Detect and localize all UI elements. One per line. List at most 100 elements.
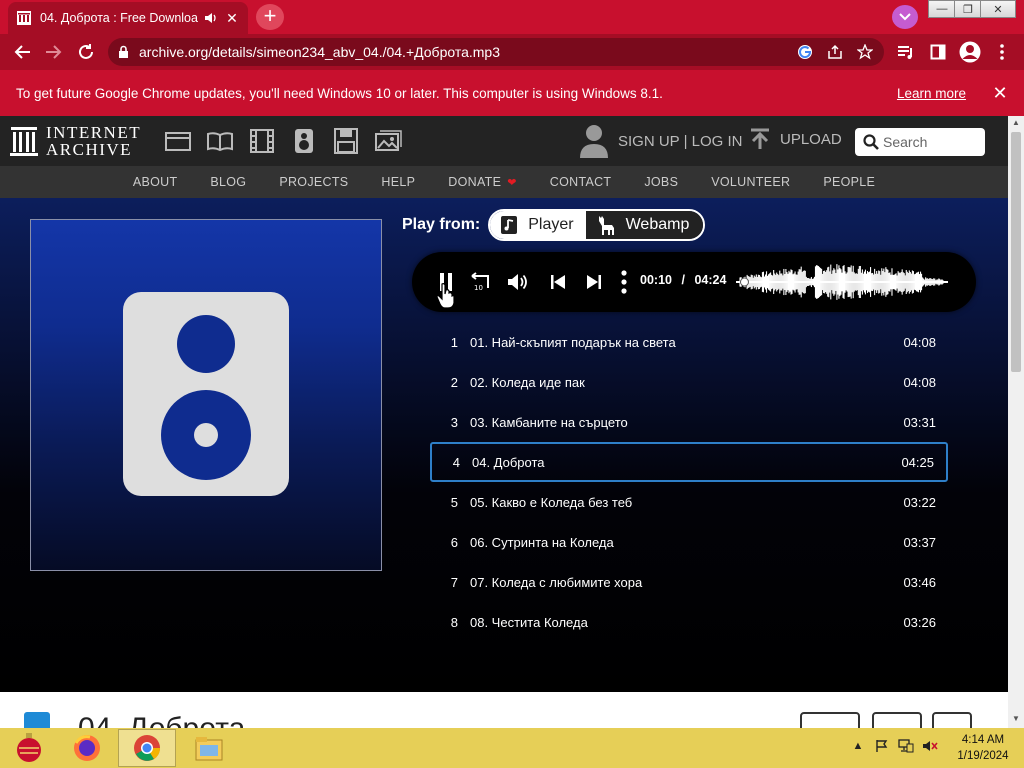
track-number: 3 — [450, 414, 458, 430]
tab-audio-playing-icon[interactable] — [204, 11, 218, 25]
ia-account-area: SIGN UP | LOG IN — [580, 124, 742, 158]
track-title: 07. Коледа с любимите хора — [470, 574, 643, 590]
nav-projects[interactable]: PROJECTS — [279, 175, 348, 189]
web-icon[interactable] — [164, 128, 192, 154]
taskbar-chrome[interactable] — [118, 729, 176, 767]
upload-link[interactable]: UPLOAD — [750, 128, 842, 150]
playlist-track[interactable]: 7 07. Коледа с любимите хора 03:46 — [430, 562, 948, 602]
volume-button[interactable] — [506, 270, 530, 294]
search-box[interactable] — [855, 128, 985, 156]
next-track-button[interactable] — [582, 270, 606, 294]
player-option-label: Player — [528, 216, 574, 233]
search-input[interactable] — [883, 134, 979, 150]
network-icon[interactable] — [898, 738, 914, 754]
share-button[interactable] — [824, 41, 846, 63]
video-icon[interactable] — [248, 128, 276, 154]
scroll-up-icon[interactable]: ▲ — [1011, 118, 1021, 127]
favorite-button[interactable] — [800, 712, 860, 728]
nav-help[interactable]: HELP — [381, 175, 415, 189]
track-number: 2 — [450, 374, 458, 390]
info-bar-close-icon[interactable]: ✕ — [988, 83, 1012, 104]
window-restore-button[interactable]: ❐ — [954, 0, 982, 18]
current-time: 00:10 — [640, 273, 672, 287]
scrollbar-thumb[interactable] — [1011, 132, 1021, 372]
window-close-button[interactable]: ✕ — [980, 0, 1016, 18]
rewind-10-button[interactable]: 10 — [468, 270, 492, 294]
waveform-seek-bar[interactable] — [734, 264, 950, 300]
player-option-button[interactable]: Player — [490, 211, 586, 239]
nav-jobs[interactable]: JOBS — [644, 175, 678, 189]
playlist-track[interactable]: 3 03. Камбаните на сърцето 03:31 — [430, 402, 948, 442]
taskbar-firefox[interactable] — [58, 729, 116, 767]
nav-donate[interactable]: DONATE ❤ — [448, 175, 517, 189]
skip-next-icon — [587, 275, 601, 289]
play-from-label: Play from: — [402, 216, 481, 233]
chrome-menu-button[interactable] — [990, 40, 1014, 64]
skip-previous-icon — [551, 275, 565, 289]
new-tab-button[interactable]: + — [256, 4, 284, 30]
playlist-track[interactable]: 6 06. Сутринта на Коледа 03:37 — [430, 522, 948, 562]
nav-volunteer[interactable]: VOLUNTEER — [711, 175, 790, 189]
seek-handle[interactable] — [739, 277, 749, 287]
scroll-down-icon[interactable]: ▼ — [1011, 714, 1021, 723]
playlist-track[interactable]: 2 02. Коледа иде пак 04:08 — [430, 362, 948, 402]
audio-icon[interactable] — [290, 128, 318, 154]
track-duration: 03:26 — [903, 614, 936, 630]
track-number: 4 — [452, 454, 460, 470]
texts-icon[interactable] — [206, 128, 234, 154]
tray-overflow-icon[interactable]: ▲ — [850, 738, 866, 754]
volume-muted-icon[interactable] — [922, 738, 938, 754]
start-button[interactable] — [0, 729, 58, 767]
playlist-track[interactable]: 1 01. Най-скъпият подарък на света 04:08 — [430, 322, 948, 362]
nav-contact[interactable]: CONTACT — [550, 175, 612, 189]
reload-button[interactable] — [74, 40, 98, 64]
hand-cursor-icon — [436, 283, 455, 308]
software-icon[interactable] — [332, 128, 360, 154]
play-from-switch: Play from: Player Webamp — [402, 209, 706, 241]
nav-blog[interactable]: BLOG — [210, 175, 246, 189]
kebab-menu-icon — [621, 270, 627, 294]
share-item-button[interactable] — [872, 712, 922, 728]
playlist-track[interactable]: 8 08. Честита Коледа 03:26 — [430, 602, 948, 642]
google-lens-button[interactable] — [794, 41, 816, 63]
webamp-option-button[interactable]: Webamp — [585, 211, 704, 239]
kebab-menu-icon — [1000, 44, 1004, 60]
previous-track-button[interactable] — [546, 270, 570, 294]
webamp-option-label: Webamp — [625, 216, 690, 233]
media-control-button[interactable] — [894, 40, 918, 64]
upload-label: UPLOAD — [780, 130, 842, 148]
playlist-track-active[interactable]: 4 04. Доброта 04:25 — [430, 442, 948, 482]
tab-search-button[interactable] — [892, 5, 918, 29]
window-minimize-button[interactable]: — — [928, 0, 956, 18]
forward-button[interactable] — [42, 40, 66, 64]
page-scrollbar[interactable]: ▲ ▼ — [1008, 116, 1024, 728]
images-icon[interactable] — [374, 128, 402, 154]
google-icon — [798, 45, 812, 59]
share-icon — [828, 44, 842, 59]
action-center-flag-icon[interactable] — [874, 738, 890, 754]
signup-login-link[interactable]: SIGN UP | LOG IN — [618, 133, 742, 150]
track-duration: 03:46 — [903, 574, 936, 590]
nav-about[interactable]: ABOUT — [133, 175, 178, 189]
learn-more-link[interactable]: Learn more — [897, 86, 966, 101]
side-panel-button[interactable] — [926, 40, 950, 64]
more-options-button[interactable] — [616, 270, 632, 294]
chrome-icon — [134, 735, 161, 761]
tab-close-icon[interactable]: ✕ — [224, 10, 240, 27]
track-number: 8 — [450, 614, 458, 630]
taskbar-file-explorer[interactable] — [180, 729, 238, 767]
track-number: 7 — [450, 574, 458, 590]
taskbar-clock[interactable]: 4:14 AM 1/19/2024 — [950, 732, 1016, 764]
nav-people[interactable]: PEOPLE — [823, 175, 875, 189]
playlist-track[interactable]: 5 05. Какво е Коледа без теб 03:22 — [430, 482, 948, 522]
total-time: 04:24 — [694, 273, 727, 287]
ia-main-nav: ABOUT BLOG PROJECTS HELP DONATE ❤ CONTACT… — [0, 166, 1008, 198]
ia-logo[interactable]: INTERNET ARCHIVE — [10, 124, 141, 158]
track-duration: 03:31 — [903, 414, 936, 430]
browser-tab[interactable]: 04. Доброта : Free Download ✕ — [8, 2, 248, 34]
back-button[interactable] — [10, 40, 34, 64]
address-bar[interactable]: archive.org/details/simeon234_abv_04./04… — [108, 38, 884, 66]
bookmark-star-button[interactable] — [854, 41, 876, 63]
profile-button[interactable] — [958, 40, 982, 64]
flag-button[interactable] — [932, 712, 972, 728]
